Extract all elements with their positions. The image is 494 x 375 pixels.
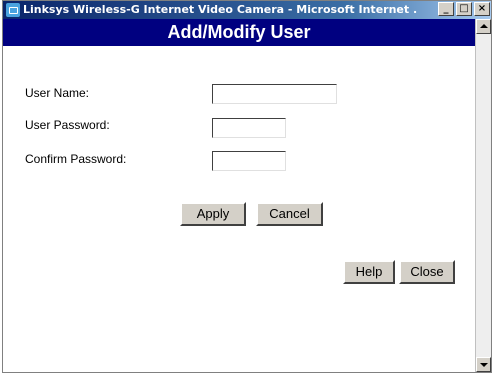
user-password-label: User Password: [25, 118, 110, 132]
page-header: Add/Modify User [3, 19, 475, 46]
scroll-up-arrow-icon[interactable] [476, 19, 491, 34]
popup-window: Linksys Wireless-G Internet Video Camera… [2, 0, 492, 373]
close-button[interactable]: Close [399, 260, 455, 284]
title-bar[interactable]: Linksys Wireless-G Internet Video Camera… [3, 1, 491, 19]
page-title: Add/Modify User [167, 22, 311, 42]
user-password-input[interactable] [212, 118, 286, 138]
window-title: Linksys Wireless-G Internet Video Camera… [23, 3, 418, 16]
camera-app-icon [6, 3, 20, 17]
confirm-password-label: Confirm Password: [25, 152, 127, 166]
scroll-down-arrow-icon[interactable] [476, 357, 491, 372]
user-name-input[interactable] [212, 84, 337, 104]
user-name-label: User Name: [25, 86, 90, 100]
minimize-button[interactable]: _ [438, 2, 454, 16]
close-window-button[interactable]: × [474, 2, 490, 16]
help-button[interactable]: Help [343, 260, 395, 284]
confirm-password-input[interactable] [212, 151, 286, 171]
vertical-scrollbar[interactable] [475, 19, 491, 372]
maximize-button[interactable]: □ [456, 2, 472, 16]
apply-button[interactable]: Apply [180, 202, 246, 226]
window-controls: _ □ × [438, 2, 490, 16]
cancel-button[interactable]: Cancel [256, 202, 323, 226]
form-area: User Name: User Password: Confirm Passwo… [3, 46, 475, 372]
